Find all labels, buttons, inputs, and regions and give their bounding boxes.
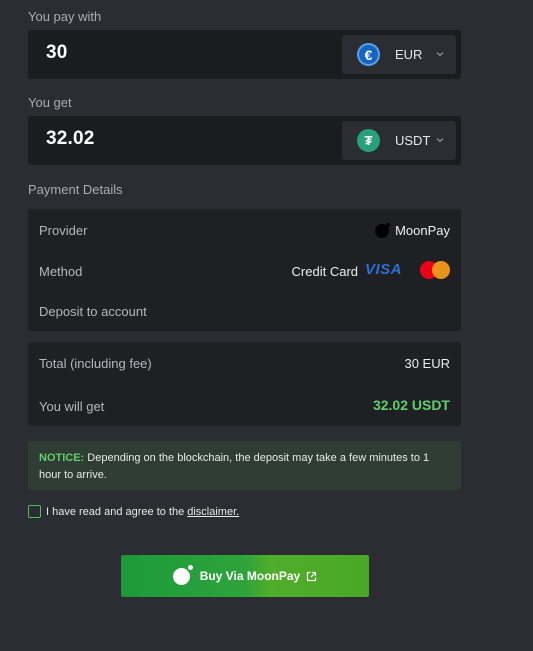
summary-panel: Total (including fee) 30 EUR You will ge… xyxy=(28,342,461,426)
provider-value: MoonPay xyxy=(375,223,450,238)
get-label: You get xyxy=(28,95,72,110)
get-amount-field[interactable]: 32.02 ₮ USDT xyxy=(28,116,461,165)
pay-currency-code: EUR xyxy=(395,47,423,62)
pay-amount-value[interactable]: 30 xyxy=(46,42,68,64)
visa-logo-icon: VISA xyxy=(365,261,403,278)
euro-icon: € xyxy=(357,43,380,66)
moonpay-logo-icon xyxy=(375,223,391,238)
moonpay-icon xyxy=(172,564,193,585)
get-amount-value[interactable]: 32.02 xyxy=(46,128,95,150)
get-currency-select[interactable]: ₮ USDT xyxy=(342,121,456,160)
notice-box: NOTICE: Depending on the blockchain, the… xyxy=(28,441,461,490)
total-label: Total (including fee) xyxy=(39,356,152,371)
pay-label: You pay with xyxy=(28,9,102,24)
disclaimer-link[interactable]: disclaimer. xyxy=(187,506,239,518)
deposit-label: Deposit to account xyxy=(39,304,147,319)
external-link-icon xyxy=(307,571,317,581)
chevron-down-icon xyxy=(436,52,444,57)
pay-currency-select[interactable]: € EUR xyxy=(342,35,456,74)
pay-amount-field[interactable]: 30 € EUR xyxy=(28,30,461,79)
provider-label: Provider xyxy=(39,223,88,238)
agreement-text: I have read and agree to the xyxy=(46,505,185,518)
mastercard-logo-icon xyxy=(420,261,450,279)
receive-label: You will get xyxy=(39,399,105,414)
buy-button-label: Buy Via MoonPay xyxy=(199,569,301,583)
get-currency-code: USDT xyxy=(395,133,431,148)
receive-value: 32.02 USDT xyxy=(372,397,450,413)
notice-title: NOTICE: xyxy=(39,452,85,464)
chevron-down-icon xyxy=(436,138,444,143)
agree-checkbox[interactable] xyxy=(28,505,41,518)
payment-details-panel: Provider MoonPay Method Credit Card VISA… xyxy=(28,209,461,331)
payment-details-title: Payment Details xyxy=(28,182,123,197)
buy-via-moonpay-button[interactable]: Buy Via MoonPay xyxy=(121,555,369,597)
method-value: Credit Card xyxy=(291,264,358,279)
tether-icon: ₮ xyxy=(357,129,380,152)
total-value: 30 EUR xyxy=(404,356,450,371)
method-label: Method xyxy=(39,264,83,279)
notice-text: Depending on the blockchain, the deposit… xyxy=(39,452,430,481)
provider-name: MoonPay xyxy=(395,223,450,238)
agreement-row: I have read and agree to the disclaimer. xyxy=(28,505,239,518)
